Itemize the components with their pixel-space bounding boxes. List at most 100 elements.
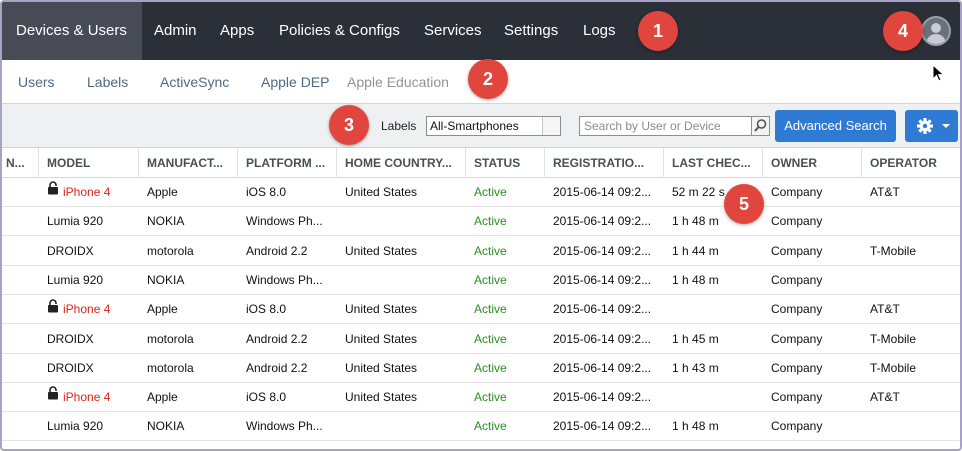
table-row[interactable]: DROIDX motorola Android 2.2 United States Ac…	[2, 236, 960, 266]
model-text[interactable]: DROIDX	[47, 244, 94, 258]
lock-icon	[47, 295, 59, 323]
cell-status: Active	[474, 185, 507, 199]
tab-settings[interactable]: Settings	[504, 2, 558, 60]
th-name[interactable]: N...	[2, 148, 39, 178]
callout-badge-1: 1	[638, 11, 678, 51]
cell-manufacturer: NOKIA	[147, 419, 185, 434]
cell-status: Active	[474, 419, 507, 434]
model-text[interactable]: iPhone 4	[63, 185, 110, 199]
labels-select[interactable]: All-Smartphones	[426, 116, 561, 136]
table-row[interactable]: Lumia 920 NOKIA Windows Ph... Active 2015-06…	[2, 412, 960, 442]
cell-last-check	[664, 383, 763, 412]
cell-status: Active	[474, 302, 507, 317]
cell-model: Lumia 920	[39, 412, 139, 441]
table-row[interactable]: iPhone 4 Apple iOS 8.0 United States Active 2…	[2, 178, 960, 207]
tab-policies-configs[interactable]: Policies & Configs	[279, 2, 400, 60]
app-window: Devices & Users Admin Apps Policies & Co…	[0, 0, 962, 451]
table-row[interactable]: DROIDX motorola Android 2.2 United States Ac…	[2, 324, 960, 354]
th-home-country[interactable]: HOME COUNTRY...	[337, 148, 466, 178]
table-row[interactable]: Lumia 920 NOKIA Windows Ph... Active 2015-06…	[2, 265, 960, 295]
model-text[interactable]: iPhone 4	[63, 302, 110, 316]
model-text[interactable]: DROIDX	[47, 361, 94, 375]
cell-home-country: United States	[345, 302, 418, 317]
table-row[interactable]: iPhone 4 Apple iOS 8.0 United States Active 2…	[2, 295, 960, 325]
cell-home-country	[337, 207, 466, 236]
cell-home-country: United States	[345, 243, 418, 258]
cell-platform: Windows Ph...	[246, 272, 323, 287]
cell-manufacturer: NOKIA	[147, 272, 185, 287]
model-text[interactable]: DROIDX	[47, 332, 94, 346]
cell-registration: 2015-06-14 09:2...	[553, 419, 652, 434]
cell-model: DROIDX	[39, 325, 139, 354]
cell-last-check	[664, 295, 763, 324]
th-registration[interactable]: REGISTRATIO...	[545, 148, 664, 178]
cell-name	[2, 178, 39, 207]
model-text[interactable]: Lumia 920	[47, 214, 103, 228]
th-operator[interactable]: OPERATOR	[862, 148, 960, 178]
cell-name	[2, 354, 39, 383]
tab-logs[interactable]: Logs	[583, 2, 616, 60]
cell-last-check: 1 h 45 m	[672, 331, 719, 346]
labels-label: Labels	[381, 119, 417, 133]
lock-icon	[47, 178, 59, 206]
cell-model: iPhone 4	[39, 178, 139, 207]
subtab-labels[interactable]: Labels	[87, 60, 128, 104]
cell-home-country: United States	[345, 360, 418, 375]
tab-admin[interactable]: Admin	[154, 2, 197, 60]
cell-model: DROIDX	[39, 237, 139, 266]
cell-registration: 2015-06-14 09:2...	[553, 185, 652, 199]
search-input[interactable]: Search by User or Device	[579, 116, 752, 136]
model-text[interactable]: Lumia 920	[47, 273, 103, 287]
th-manufacturer[interactable]: MANUFACT...	[139, 148, 238, 178]
th-model[interactable]: MODEL	[39, 148, 139, 178]
th-status[interactable]: STATUS	[466, 148, 545, 178]
cell-registration: 2015-06-14 09:2...	[553, 214, 652, 229]
model-text[interactable]: Lumia 920	[47, 419, 103, 433]
subtab-apple-education[interactable]: Apple Education	[347, 60, 449, 104]
subtab-users[interactable]: Users	[18, 60, 55, 104]
table-row[interactable]: DROIDX motorola Android 2.2 United States Ac…	[2, 353, 960, 383]
cell-platform: iOS 8.0	[246, 390, 287, 405]
gear-icon	[917, 118, 933, 134]
user-avatar-icon[interactable]	[921, 16, 951, 46]
cell-platform: Windows Ph...	[246, 419, 323, 434]
subtab-activesync[interactable]: ActiveSync	[160, 60, 229, 104]
cell-registration: 2015-06-14 09:2...	[553, 243, 652, 258]
subtab-apple-dep[interactable]: Apple DEP	[261, 60, 329, 104]
cell-last-check: 1 h 44 m	[672, 243, 719, 258]
cell-home-country: United States	[345, 390, 418, 405]
search-button[interactable]	[751, 116, 770, 136]
model-text[interactable]: iPhone 4	[63, 390, 110, 404]
cell-name	[2, 383, 39, 412]
chevron-down-icon	[942, 124, 950, 128]
callout-badge-2: 2	[468, 59, 508, 99]
advanced-search-button[interactable]: Advanced Search	[775, 110, 896, 142]
th-owner[interactable]: OWNER	[763, 148, 862, 178]
cell-name	[2, 325, 39, 354]
callout-badge-3: 3	[329, 105, 369, 145]
cell-operator	[862, 207, 960, 236]
cell-last-check: 1 h 48 m	[672, 272, 719, 287]
cell-last-check: 1 h 48 m	[672, 419, 719, 434]
cell-registration: 2015-06-14 09:2...	[553, 272, 652, 287]
tab-services[interactable]: Services	[424, 2, 482, 60]
tab-devices-users[interactable]: Devices & Users	[2, 2, 142, 60]
lock-icon	[47, 383, 59, 411]
tab-apps[interactable]: Apps	[220, 2, 254, 60]
cell-owner: Company	[771, 302, 823, 317]
cell-manufacturer: motorola	[147, 243, 194, 258]
th-last-check[interactable]: LAST CHEC...	[664, 148, 763, 178]
cell-status: Active	[474, 390, 507, 405]
cell-owner: Company	[771, 272, 823, 287]
cell-home-country	[337, 412, 466, 441]
settings-menu-button[interactable]	[905, 110, 958, 142]
table-row[interactable]: iPhone 4 Apple iOS 8.0 United States Active 2…	[2, 383, 960, 413]
cell-manufacturer: NOKIA	[147, 214, 185, 229]
th-platform[interactable]: PLATFORM ...	[238, 148, 337, 178]
cell-owner: Company	[771, 185, 823, 199]
cell-operator	[862, 412, 960, 441]
cell-platform: iOS 8.0	[246, 185, 287, 199]
cell-platform: Windows Ph...	[246, 214, 323, 229]
cell-owner: Company	[771, 243, 823, 258]
table-row[interactable]: Lumia 920 NOKIA Windows Ph... Active 2015-06…	[2, 207, 960, 237]
